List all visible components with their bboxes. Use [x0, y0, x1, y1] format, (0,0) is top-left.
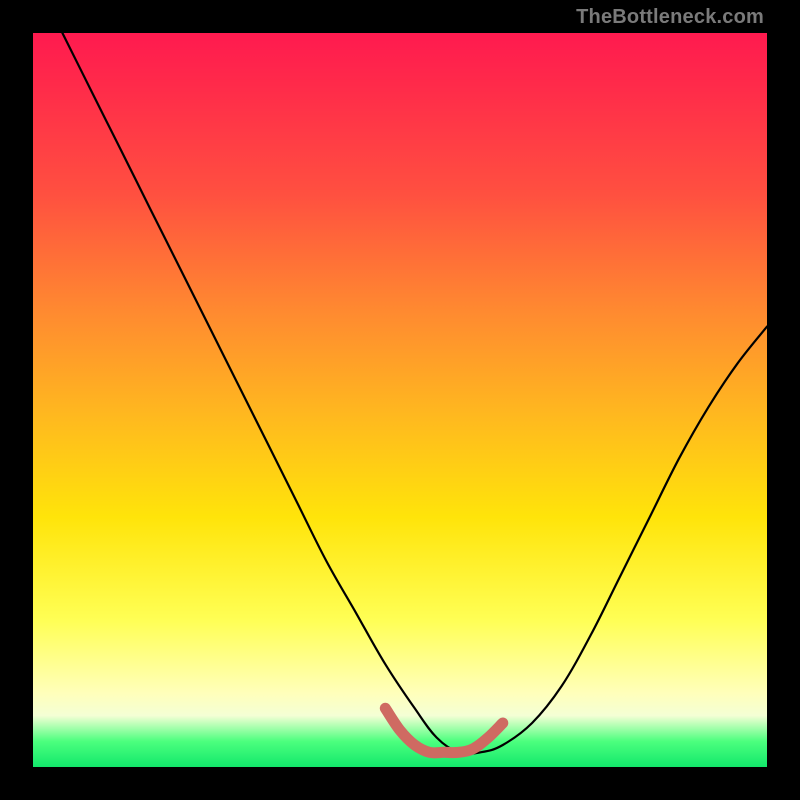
bottleneck-curve-svg — [33, 33, 767, 767]
chart-frame: TheBottleneck.com — [0, 0, 800, 800]
valley-highlight — [385, 708, 503, 753]
plot-area — [33, 33, 767, 767]
attribution-label: TheBottleneck.com — [576, 6, 764, 29]
bottleneck-curve — [62, 33, 767, 754]
